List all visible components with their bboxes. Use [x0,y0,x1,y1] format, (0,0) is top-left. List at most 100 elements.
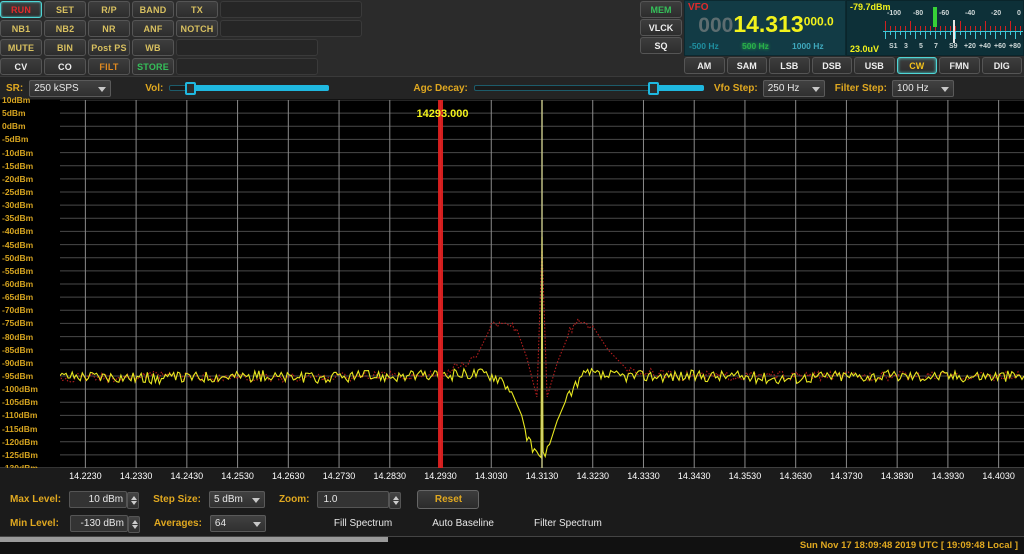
chevron-down-icon [252,521,261,527]
smeter-sunit-tick-label: +40 [979,43,991,50]
top-control-bar: RUN SET R/P BAND TX NB1 NB2 NR ANF NOTCH… [0,0,1024,76]
mode-button-am[interactable]: AM [684,57,725,74]
band-button[interactable]: BAND [132,1,174,18]
mode-button-dig[interactable]: DIG [981,57,1022,74]
averages-select[interactable]: 64 [209,514,266,532]
nr-button[interactable]: NR [88,20,130,37]
fill-spectrum-toggle[interactable]: Fill Spectrum [334,518,392,529]
max-level-label: Max Level: [10,493,62,505]
set-button[interactable]: SET [44,1,86,18]
tx-button[interactable]: TX [176,1,218,18]
y-axis-tick-label: -115dBm [2,423,38,434]
mode-button-dsb[interactable]: DSB [811,57,852,74]
mode-button-cw[interactable]: CW [896,57,937,74]
agc-decay-slider[interactable] [473,81,704,95]
vfo-step-select[interactable]: 250 Hz [762,79,825,97]
spectrum-display[interactable]: 10dBm 5dBm 0dBm -5dBm -10dBm -15dBm -20dBm -25d… [0,95,1024,473]
smeter-sunit-tick-label: +80 [1009,43,1021,50]
mode-button-fmn[interactable]: FMN [939,57,980,74]
anf-button[interactable]: ANF [132,20,174,37]
spectrum-x-axis: 14.2230 14.2330 14.2430 14.2530 14.2630 14.27… [0,468,1024,486]
sq-button[interactable]: SQ [640,37,682,54]
volume-label: Vol: [145,82,164,94]
post-ps-button[interactable]: Post PS [88,39,130,56]
function-row-3: CV CO FILT STORE [0,57,684,76]
wb-button[interactable]: WB [132,39,174,56]
y-axis-tick-label: -120dBm [2,436,38,447]
cv-button[interactable]: CV [0,58,42,75]
smeter-dbm-tick-label: 0 [1017,10,1021,17]
filt-button[interactable]: FILT [88,58,130,75]
bandwidth-low-label: -500 Hz [689,41,719,51]
signal-strength-meter: -79.7dBm 23.0uV -100 -80 -60 -40 -20 0 S1 3 5 7 S… [846,0,1024,56]
y-axis-tick-label: 0dBm [2,121,26,132]
min-level-stepper[interactable] [127,515,140,533]
vfo-frequency[interactable]: 00014.313000.0 [685,11,847,38]
nb1-button[interactable]: NB1 [0,20,42,37]
chevron-down-icon [98,86,107,92]
y-axis-tick-label: -65dBm [2,292,34,303]
volume-fill [190,85,330,91]
zoom-input[interactable]: 1.0 [317,490,402,509]
agc-fill [653,85,704,91]
smeter-dbm-tick-label: -60 [939,10,950,17]
notch-button[interactable]: NOTCH [176,20,218,37]
mode-button-usb[interactable]: USB [854,57,895,74]
marker-frequency-label: 14293.000 [416,108,469,120]
volume-slider[interactable] [169,81,330,95]
x-axis-tick-label: 14.3930 [931,471,965,481]
smeter-sunit-tick-label: 7 [934,43,938,50]
x-axis-tick-label: 14.2430 [170,471,204,481]
horizontal-scrollbar[interactable] [0,537,388,542]
vfo-display[interactable]: VFO 00014.313000.0 -500 Hz 500 Hz 1000 H… [684,0,846,56]
agc-knob[interactable] [648,81,660,95]
reset-button[interactable]: Reset [417,489,480,509]
mem-button[interactable]: MEM [640,1,682,18]
y-axis-tick-label: -30dBm [2,200,34,211]
filter-spectrum-toggle[interactable]: Filter Spectrum [534,518,602,529]
x-axis-tick-label: 14.4030 [982,471,1015,481]
y-axis-tick-label: -10dBm [2,147,34,158]
row0-spacer [220,1,362,18]
sample-rate-select[interactable]: 250 kSPS [29,79,112,97]
mute-button[interactable]: MUTE [0,39,42,56]
y-axis-tick-label: -90dBm [2,357,34,368]
vlck-button[interactable]: VLCK [640,19,682,36]
x-axis-tick-label: 14.2830 [373,471,407,481]
mode-button-sam[interactable]: SAM [726,57,767,74]
y-axis-tick-label: -95dBm [2,371,34,381]
y-axis-tick-label: -85dBm [2,344,34,355]
zoom-stepper[interactable] [389,491,402,509]
store-button[interactable]: STORE [132,58,174,75]
x-axis-tick-label: 14.2930 [424,471,457,481]
max-level-input[interactable]: 10 dBm [69,490,140,509]
smeter-sunit-tick-label: 3 [904,43,908,50]
mode-button-lsb[interactable]: LSB [769,57,810,74]
step-size-label: Step Size: [153,493,201,505]
bandwidth-high-label: 1000 Hz [792,41,824,51]
y-axis-tick-label: -75dBm [2,318,34,329]
run-button[interactable]: RUN [0,1,42,18]
nb2-button[interactable]: NB2 [44,20,86,37]
spectrum-plot-area[interactable] [60,100,1024,468]
status-bar: Sun Nov 17 18:09:48 2019 UTC [ 19:09:48 … [0,536,1024,554]
vfo-leading-digits: 000 [698,14,734,37]
step-size-select[interactable]: 5 dBm [208,490,265,508]
min-level-input[interactable]: -130 dBm [69,514,140,533]
filter-step-select[interactable]: 100 Hz [891,79,954,97]
max-level-stepper[interactable] [127,491,140,509]
volume-knob[interactable] [185,81,197,95]
row1-spacer [220,20,362,37]
co-button[interactable]: CO [44,58,86,75]
rp-button[interactable]: R/P [88,1,130,18]
x-axis-tick-label: 14.2230 [69,471,102,481]
max-level-value: 10 dBm [88,493,124,505]
x-axis-tick-label: 14.3130 [525,471,559,481]
mode-button-row: AM SAM LSB DSB USB CW FMN DIG [684,56,1024,76]
row2-spacer [176,39,318,56]
chevron-down-icon [940,86,949,92]
y-axis-tick-label: -80dBm [2,331,34,342]
function-button-grid: RUN SET R/P BAND TX NB1 NB2 NR ANF NOTCH… [0,0,684,76]
bin-button[interactable]: BIN [44,39,86,56]
auto-baseline-toggle[interactable]: Auto Baseline [432,518,494,529]
